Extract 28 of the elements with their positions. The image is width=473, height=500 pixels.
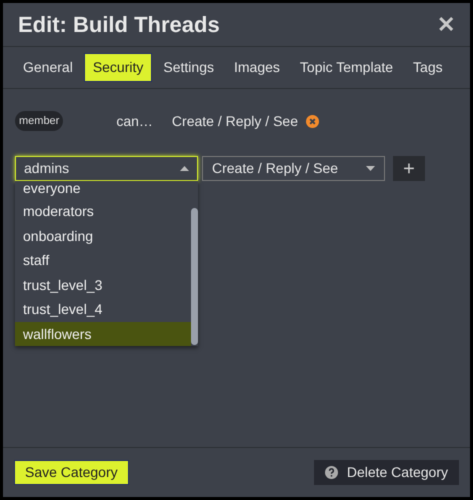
close-button[interactable]: ✕ xyxy=(437,14,455,36)
caret-icon xyxy=(366,166,375,171)
remove-icon[interactable] xyxy=(306,114,319,128)
tab[interactable]: Images xyxy=(224,53,289,82)
dropdown-option[interactable]: onboarding xyxy=(15,224,191,248)
permission-type: Create / Reply / See xyxy=(172,112,298,131)
tab[interactable]: Tags xyxy=(404,53,452,82)
dropdown-option[interactable]: wallflowers xyxy=(15,322,191,346)
tab[interactable]: Topic Template xyxy=(290,53,402,82)
save-button[interactable]: Save Category xyxy=(14,460,129,485)
scrollbar[interactable] xyxy=(191,208,198,345)
caret-icon xyxy=(180,166,189,171)
tab[interactable]: General xyxy=(14,53,82,82)
dropdown-option[interactable]: everyone xyxy=(15,181,191,199)
add-button[interactable]: + xyxy=(393,156,425,181)
dialog-title: Edit: Build Threads xyxy=(18,11,220,39)
dropdown-option[interactable]: trust_level_3 xyxy=(15,272,191,297)
delete-button[interactable]: Delete Category xyxy=(314,460,459,485)
dropdown-option[interactable]: staff xyxy=(15,248,191,272)
dropdown-option[interactable]: moderators xyxy=(15,199,191,224)
permission-label: can… xyxy=(116,112,153,130)
tab[interactable]: Settings xyxy=(154,53,223,82)
dropdown-option[interactable]: trust_level_4 xyxy=(15,297,191,322)
tab[interactable]: Security xyxy=(84,53,152,82)
help-icon xyxy=(324,466,338,479)
group-badge: member xyxy=(15,110,64,132)
group-select[interactable]: admins xyxy=(15,156,198,181)
permission-select[interactable]: Create / Reply / See xyxy=(202,156,385,181)
